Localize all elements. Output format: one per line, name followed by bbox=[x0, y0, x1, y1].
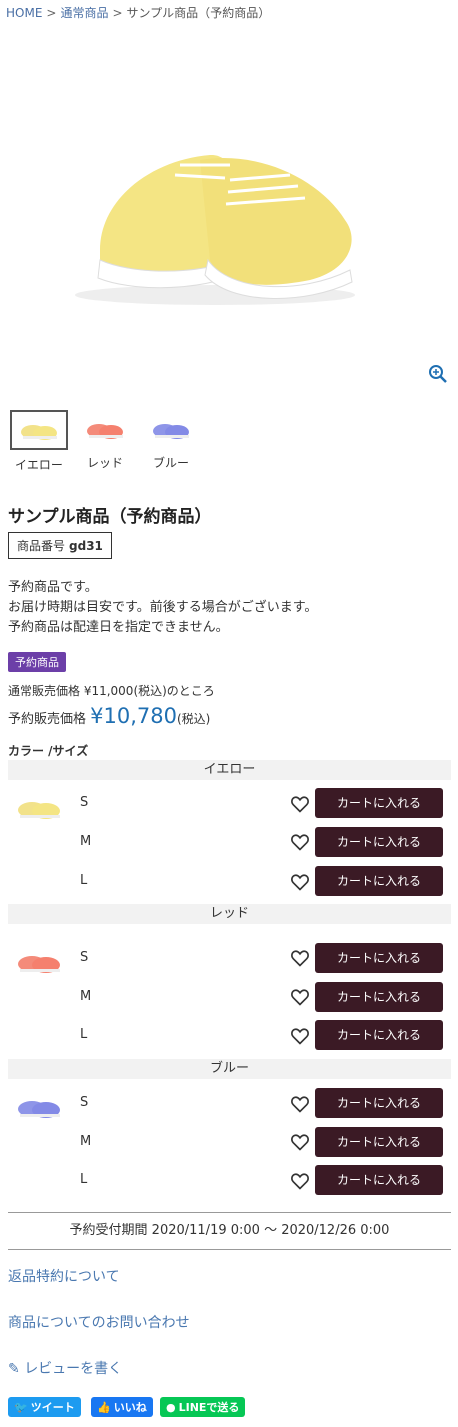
heart-icon[interactable] bbox=[290, 794, 310, 814]
product-inquiry-link[interactable]: 商品についてのお問い合わせ bbox=[8, 1312, 190, 1332]
heart-icon[interactable] bbox=[290, 1094, 310, 1114]
product-main-image bbox=[75, 154, 355, 305]
reservation-period: 予約受付期間 2020/11/19 0:00 ～ 2020/12/26 0:00 bbox=[8, 1212, 451, 1250]
breadcrumb-separator: > bbox=[46, 6, 57, 20]
thumbs-up-icon: 👍 bbox=[97, 1400, 111, 1414]
variant-group-header: レッド bbox=[8, 904, 451, 924]
add-to-cart-button[interactable]: カートに入れる bbox=[315, 1020, 443, 1050]
product-code-label: 商品番号 bbox=[17, 539, 66, 553]
description-line: お届け時期は目安です。前後する場合がございます。 bbox=[8, 600, 318, 615]
size-label: M bbox=[80, 989, 92, 1004]
heart-icon[interactable] bbox=[290, 1132, 310, 1152]
sale-price-tax: (税込) bbox=[177, 712, 211, 726]
thumbnail-yellow[interactable]: イエロー bbox=[10, 410, 68, 473]
thumbnail-label: ブルー bbox=[152, 456, 189, 470]
add-to-cart-button[interactable]: カートに入れる bbox=[315, 982, 443, 1012]
variant-image-blue bbox=[18, 1101, 60, 1118]
variant-group-header: イエロー bbox=[8, 760, 451, 780]
heart-icon[interactable] bbox=[290, 987, 310, 1007]
variants-label: カラー /サイズ bbox=[8, 744, 89, 758]
add-to-cart-button[interactable]: カートに入れる bbox=[315, 1127, 443, 1157]
add-to-cart-button[interactable]: カートに入れる bbox=[315, 943, 443, 973]
size-label: S bbox=[80, 795, 89, 810]
description-line: 予約商品は配達日を指定できません。 bbox=[8, 620, 229, 635]
size-label: M bbox=[80, 834, 92, 849]
returns-policy-link[interactable]: 返品特約について bbox=[8, 1266, 120, 1286]
tweet-button[interactable]: 🐦 ツイート bbox=[8, 1397, 81, 1417]
pencil-icon: ✎ bbox=[8, 1361, 20, 1377]
shoe-thumbnail-icon bbox=[153, 424, 189, 439]
line-share-button[interactable]: ● LINEで送る bbox=[160, 1397, 246, 1417]
thumbnail-list: イエロー レッド ブルー bbox=[10, 410, 200, 473]
sale-price: 予約販売価格 ¥10,780(税込) bbox=[8, 704, 210, 728]
shoe-thumbnail-icon bbox=[87, 424, 123, 439]
heart-icon[interactable] bbox=[290, 1171, 310, 1191]
heart-icon[interactable] bbox=[290, 948, 310, 968]
reservation-badge: 予約商品 bbox=[8, 652, 66, 672]
size-label: L bbox=[80, 1172, 88, 1187]
size-label: S bbox=[80, 1095, 89, 1110]
normal-price: 通常販売価格 ¥11,000(税込)のところ bbox=[8, 684, 215, 698]
description-line: 予約商品です。 bbox=[8, 580, 98, 595]
heart-icon[interactable] bbox=[290, 832, 310, 852]
heart-icon[interactable] bbox=[290, 872, 310, 892]
variant-image-yellow bbox=[18, 802, 60, 819]
write-review-link[interactable]: ✎ レビューを書く bbox=[8, 1358, 122, 1378]
breadcrumb-category[interactable]: 通常商品 bbox=[60, 6, 108, 20]
shoe-thumbnail-icon bbox=[21, 425, 57, 440]
product-code: 商品番号 gd31 bbox=[8, 532, 112, 559]
thumbnail-red[interactable]: レッド bbox=[76, 410, 134, 473]
breadcrumb: HOME > 通常商品 > サンプル商品（予約商品） bbox=[6, 4, 270, 21]
tweet-label: ツイート bbox=[30, 1401, 75, 1414]
breadcrumb-home[interactable]: HOME bbox=[6, 6, 42, 20]
product-description: 予約商品です。 お届け時期は目安です。前後する場合がございます。 予約商品は配達… bbox=[8, 578, 317, 638]
line-icon: ● bbox=[166, 1400, 176, 1414]
add-to-cart-button[interactable]: カートに入れる bbox=[315, 788, 443, 818]
size-label: L bbox=[80, 1027, 88, 1042]
size-label: M bbox=[80, 1134, 92, 1149]
size-label: L bbox=[80, 873, 88, 888]
thumbnail-label: イエロー bbox=[15, 458, 63, 472]
breadcrumb-current: サンプル商品（予約商品） bbox=[126, 6, 271, 20]
zoom-icon[interactable] bbox=[428, 364, 448, 384]
add-to-cart-button[interactable]: カートに入れる bbox=[315, 827, 443, 857]
like-label: いいね bbox=[113, 1401, 147, 1414]
add-to-cart-button[interactable]: カートに入れる bbox=[315, 1165, 443, 1195]
sale-price-label: 予約販売価格 bbox=[8, 712, 87, 727]
line-label: LINEで送る bbox=[178, 1401, 240, 1414]
sale-price-amount: ¥10,780 bbox=[90, 704, 177, 728]
size-label: S bbox=[80, 950, 89, 965]
variant-group-header: ブルー bbox=[8, 1059, 451, 1079]
product-code-value: gd31 bbox=[69, 539, 103, 553]
write-review-label: レビューを書く bbox=[24, 1361, 123, 1377]
thumbnail-blue[interactable]: ブルー bbox=[142, 410, 200, 473]
add-to-cart-button[interactable]: カートに入れる bbox=[315, 1088, 443, 1118]
facebook-like-button[interactable]: 👍 いいね bbox=[91, 1397, 153, 1417]
breadcrumb-separator: > bbox=[112, 6, 123, 20]
thumbnail-label: レッド bbox=[86, 456, 123, 470]
add-to-cart-button[interactable]: カートに入れる bbox=[315, 866, 443, 896]
heart-icon[interactable] bbox=[290, 1026, 310, 1046]
twitter-bird-icon: 🐦 bbox=[14, 1400, 28, 1414]
variant-image-red bbox=[18, 956, 60, 973]
product-title: サンプル商品（予約商品） bbox=[8, 507, 212, 527]
